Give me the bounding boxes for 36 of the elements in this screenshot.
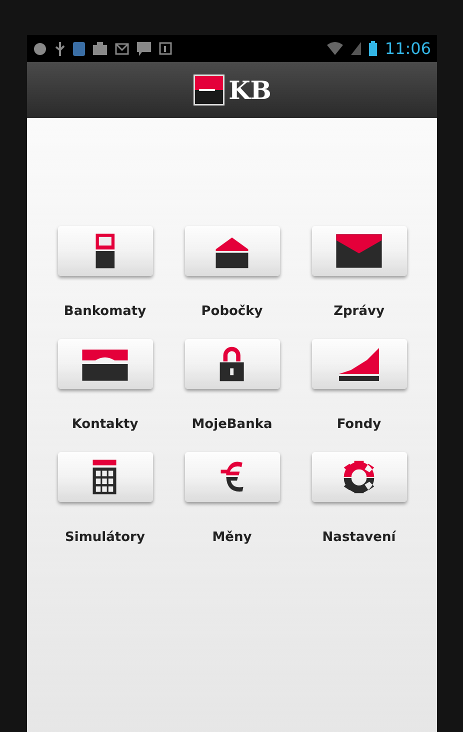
wifi-icon: [326, 42, 343, 55]
tile-label: Simulátory: [65, 530, 145, 545]
usb-icon: [55, 42, 65, 56]
tile-label: Nastavení: [322, 530, 396, 545]
menu-tile[interactable]: [312, 226, 406, 276]
area-chart-icon: [337, 346, 381, 382]
tile-label: Zprávy: [334, 304, 384, 319]
battery-icon: [368, 41, 377, 56]
status-time: 11:06: [384, 39, 431, 58]
menu-tile[interactable]: [58, 226, 152, 276]
briefcase-icon: [93, 42, 107, 55]
tile-label: Bankomaty: [64, 304, 146, 319]
signal-icon: [350, 42, 361, 55]
menu-tile[interactable]: [58, 339, 152, 389]
logo-text: KB: [228, 76, 272, 104]
envelope-icon: [335, 233, 383, 269]
atm-icon: [94, 233, 116, 269]
menu-tile[interactable]: [184, 452, 280, 502]
app-icon: [73, 42, 85, 56]
gear-icon: [341, 459, 377, 495]
tile-label: Fondy: [336, 417, 382, 432]
calendar-icon: [159, 42, 172, 55]
menu-tile[interactable]: [312, 452, 406, 502]
chat-icon: [137, 42, 151, 56]
calculator-icon: [92, 459, 118, 495]
logo-icon: [192, 74, 225, 106]
tile-label: MojeBanka: [192, 417, 272, 432]
tile-label: Pobočky: [201, 304, 263, 319]
envelope-icon: [115, 42, 129, 54]
padlock-icon: [219, 346, 245, 382]
menu-tile[interactable]: [184, 339, 280, 389]
tile-label: Kontakty: [72, 417, 138, 432]
menu-tile[interactable]: [58, 452, 152, 502]
tile-label: Měny: [212, 530, 252, 545]
menu-tile[interactable]: [312, 339, 406, 389]
menu-tile[interactable]: [184, 226, 280, 276]
